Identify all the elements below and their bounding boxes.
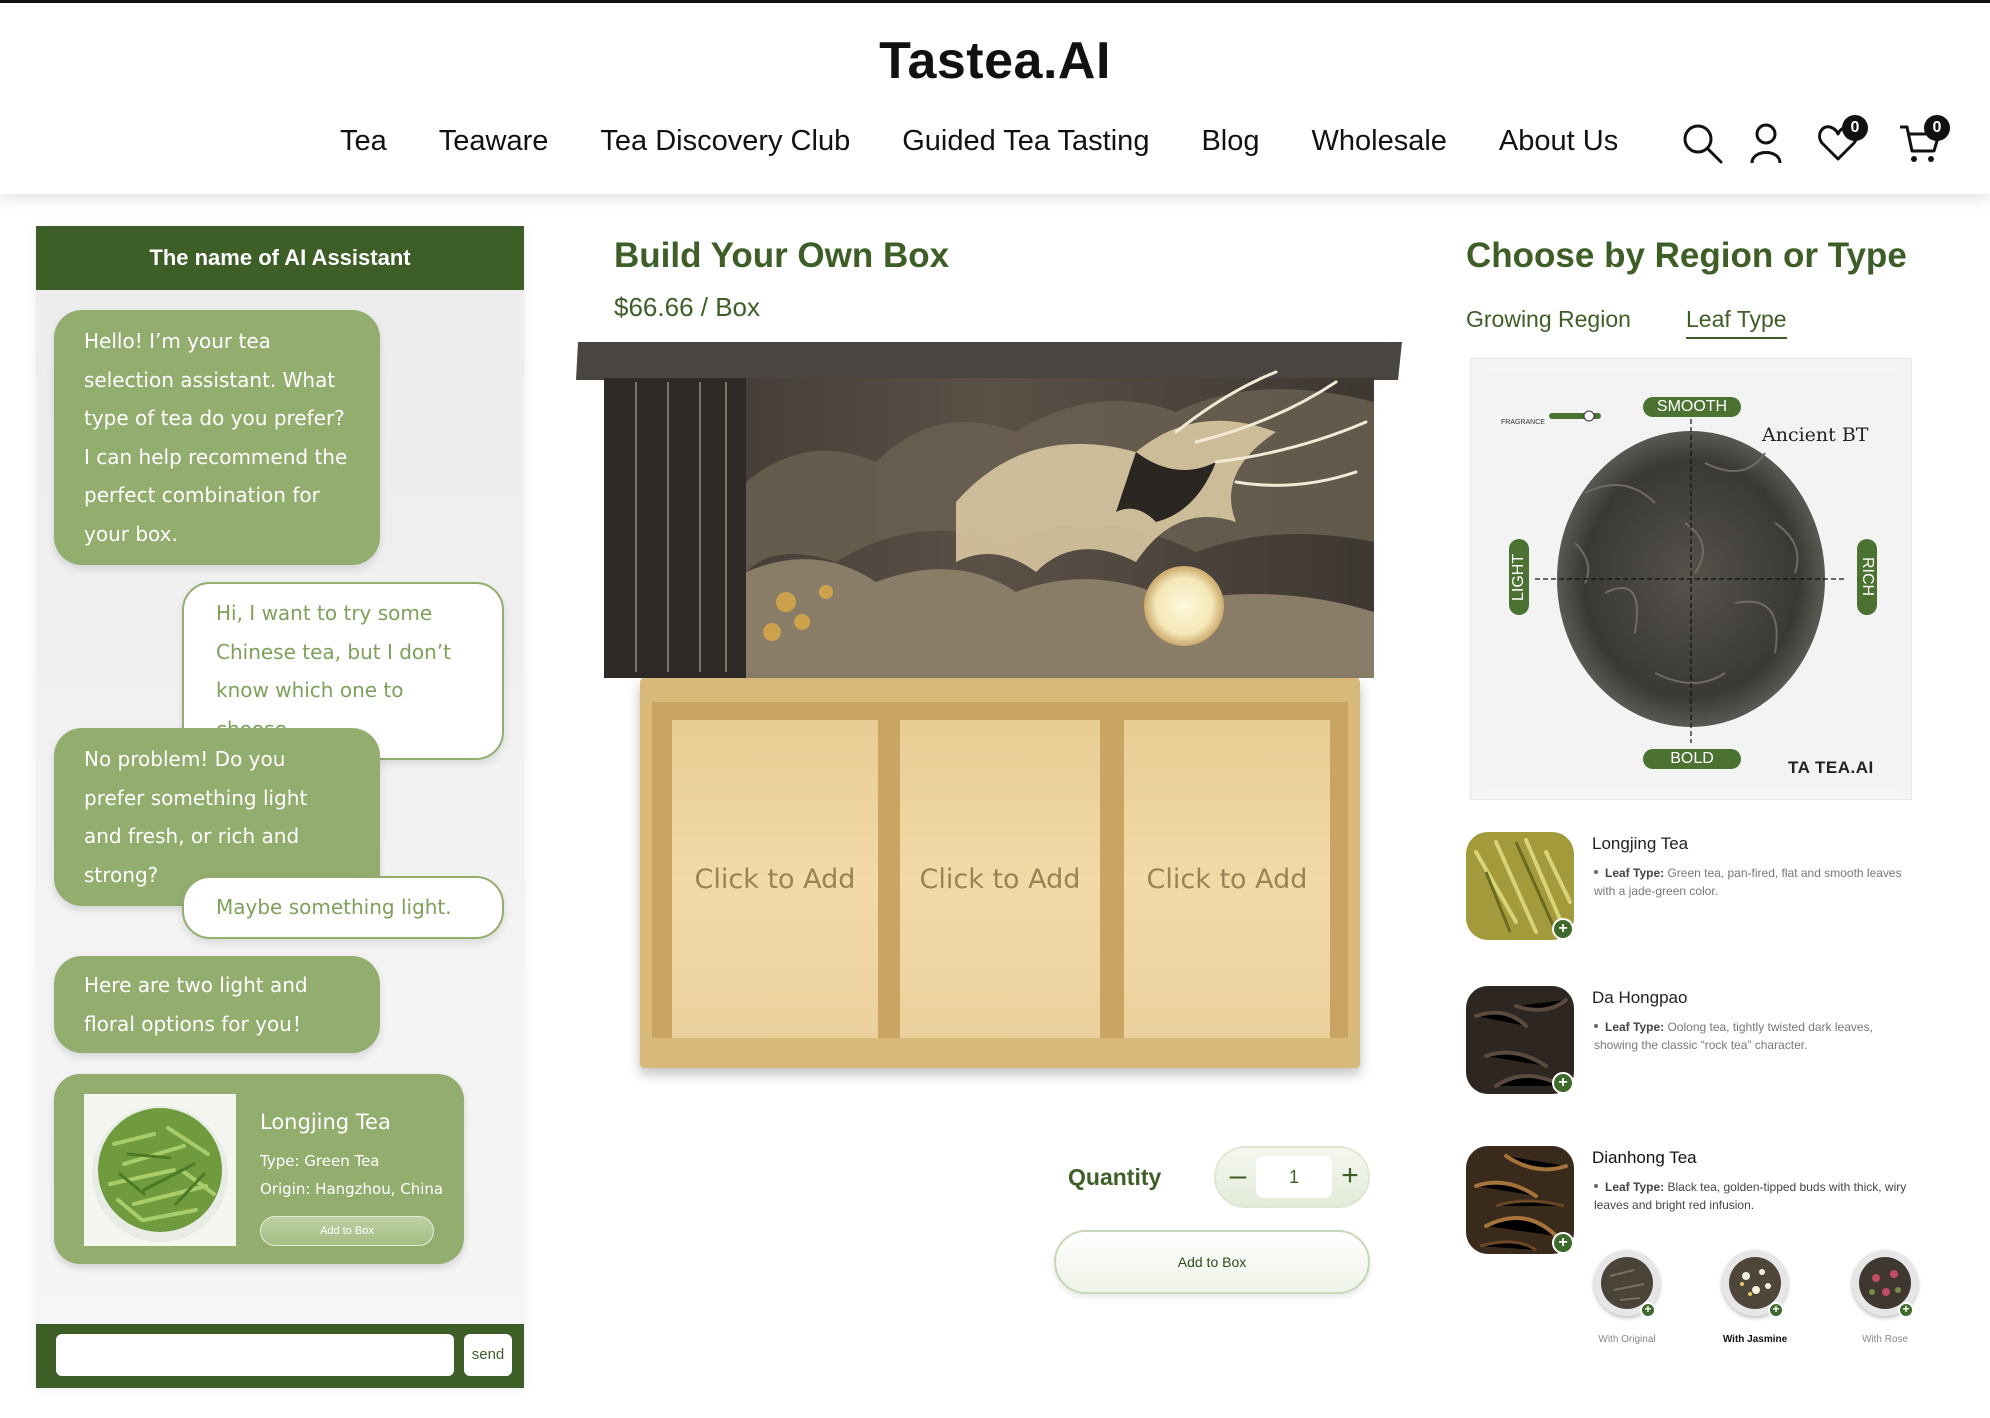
wishlist-count-badge: 0: [1842, 115, 1868, 141]
longjing-tea-image: [84, 1094, 236, 1246]
tea-name-dianhong: Dianhong Tea: [1592, 1148, 1697, 1167]
selector-title: Choose by Region or Type: [1466, 236, 1907, 275]
tray-compartments: Click to Add Click to Add Click to Add: [652, 702, 1348, 1038]
axis-label-bold: BOLD: [1643, 749, 1741, 769]
nav-item-tea[interactable]: Tea: [340, 125, 387, 158]
nav-item-blog[interactable]: Blog: [1201, 125, 1259, 158]
chat-message-input[interactable]: [56, 1334, 454, 1376]
add-rose-plus-icon[interactable]: +: [1898, 1302, 1914, 1318]
bullet-dot: [1594, 1184, 1598, 1188]
quantity-label: Quantity: [1068, 1164, 1162, 1190]
tea-desc-da-hongpao: Leaf Type: Oolong tea, tightly twisted d…: [1594, 1018, 1914, 1054]
box-tray: Click to Add Click to Add Click to Add: [640, 678, 1360, 1068]
flavor-card-brand: TA TEA.AI: [1788, 758, 1874, 777]
site-header: Tastea.AI Tea Teaware Tea Discovery Club…: [0, 0, 1990, 194]
tea-desc-longjing: Leaf Type: Green tea, pan-fired, flat an…: [1594, 864, 1914, 900]
search-icon[interactable]: [1680, 121, 1724, 165]
add-to-box-button[interactable]: Add to Box: [1054, 1230, 1370, 1294]
axis-label-rich: RICH: [1857, 539, 1877, 615]
dragon-lid-artwork: [576, 342, 1402, 678]
box-slot-3[interactable]: Click to Add: [1124, 720, 1330, 1038]
nav-item-discovery-club[interactable]: Tea Discovery Club: [600, 125, 850, 158]
nav-item-guided-tasting[interactable]: Guided Tea Tasting: [902, 125, 1149, 158]
leaf-type-label: Leaf Type:: [1605, 1180, 1665, 1194]
add-da-hongpao-plus-icon[interactable]: +: [1552, 1072, 1574, 1094]
chat-message-user: Maybe something light.: [182, 876, 504, 939]
ai-chat-panel: The name of AI Assistant Hello! I’m your…: [36, 226, 524, 1388]
builder-price: $66.66 / Box: [614, 292, 760, 322]
add-original-plus-icon[interactable]: +: [1640, 1302, 1656, 1318]
quantity-stepper: – 1 +: [1214, 1146, 1370, 1208]
nav-item-wholesale[interactable]: Wholesale: [1312, 125, 1447, 158]
variant-jasmine-label: With Jasmine: [1722, 1334, 1788, 1345]
leaf-type-label: Leaf Type:: [1605, 866, 1665, 880]
rec-tea-name: Longjing Tea: [260, 1110, 391, 1134]
rec-add-to-box-button[interactable]: Add to Box: [260, 1216, 434, 1246]
site-logo[interactable]: Tastea.AI: [0, 31, 1990, 91]
axis-label-smooth: SMOOTH: [1643, 397, 1741, 417]
cart-count-badge: 0: [1924, 115, 1950, 141]
quantity-decrease-button[interactable]: –: [1220, 1156, 1256, 1198]
account-icon[interactable]: [1744, 121, 1788, 165]
nav-item-about-us[interactable]: About Us: [1499, 125, 1618, 158]
tea-desc-dianhong: Leaf Type: Black tea, golden-tipped buds…: [1594, 1178, 1914, 1214]
bullet-dot: [1594, 870, 1598, 874]
chat-message-ai: Hello! I’m your tea selection assistant.…: [54, 310, 380, 565]
variant-rose-label: With Rose: [1861, 1334, 1909, 1345]
axis-label-light: LIGHT: [1509, 539, 1529, 615]
add-dianhong-plus-icon[interactable]: +: [1552, 1232, 1574, 1254]
gift-box-preview: Click to Add Click to Add Click to Add: [576, 342, 1402, 1072]
quantity-increase-button[interactable]: +: [1332, 1156, 1368, 1198]
tea-name-longjing: Longjing Tea: [1592, 834, 1689, 853]
tab-growing-region[interactable]: Growing Region: [1466, 306, 1631, 333]
chat-input-bar: send: [36, 1324, 524, 1388]
chat-send-button[interactable]: send: [464, 1334, 512, 1376]
box-slot-2[interactable]: Click to Add: [900, 720, 1100, 1038]
header-icons: 0 0: [1680, 115, 1962, 165]
recommendation-card: Longjing Tea Type: Green Tea Origin: Han…: [54, 1074, 464, 1264]
leaf-type-label: Leaf Type:: [1605, 1020, 1665, 1034]
bullet-dot: [1594, 1024, 1598, 1028]
add-longjing-plus-icon[interactable]: +: [1552, 918, 1574, 940]
flavor-card-tea-name: Ancient BT: [1762, 424, 1869, 446]
nav-item-teaware[interactable]: Teaware: [439, 125, 549, 158]
rec-tea-type: Type: Green Tea: [260, 1152, 380, 1170]
quantity-value[interactable]: 1: [1256, 1156, 1332, 1198]
tab-leaf-type[interactable]: Leaf Type: [1686, 306, 1787, 339]
builder-title: Build Your Own Box: [614, 236, 950, 275]
chat-title: The name of AI Assistant: [36, 226, 524, 290]
box-slot-1[interactable]: Click to Add: [672, 720, 878, 1038]
add-jasmine-plus-icon[interactable]: +: [1768, 1302, 1784, 1318]
main-nav: Tea Teaware Tea Discovery Club Guided Te…: [340, 125, 1670, 158]
wishlist-heart-icon[interactable]: 0: [1816, 115, 1868, 165]
cart-icon[interactable]: 0: [1898, 115, 1950, 165]
chat-message-ai: Here are two light and floral options fo…: [54, 956, 380, 1053]
tea-name-da-hongpao: Da Hongpao: [1592, 988, 1688, 1007]
rec-tea-origin: Origin: Hangzhou, China: [260, 1180, 444, 1198]
fragrance-label: FRAGRANCE: [1501, 419, 1545, 426]
variant-original-label: With Original: [1598, 1334, 1656, 1345]
